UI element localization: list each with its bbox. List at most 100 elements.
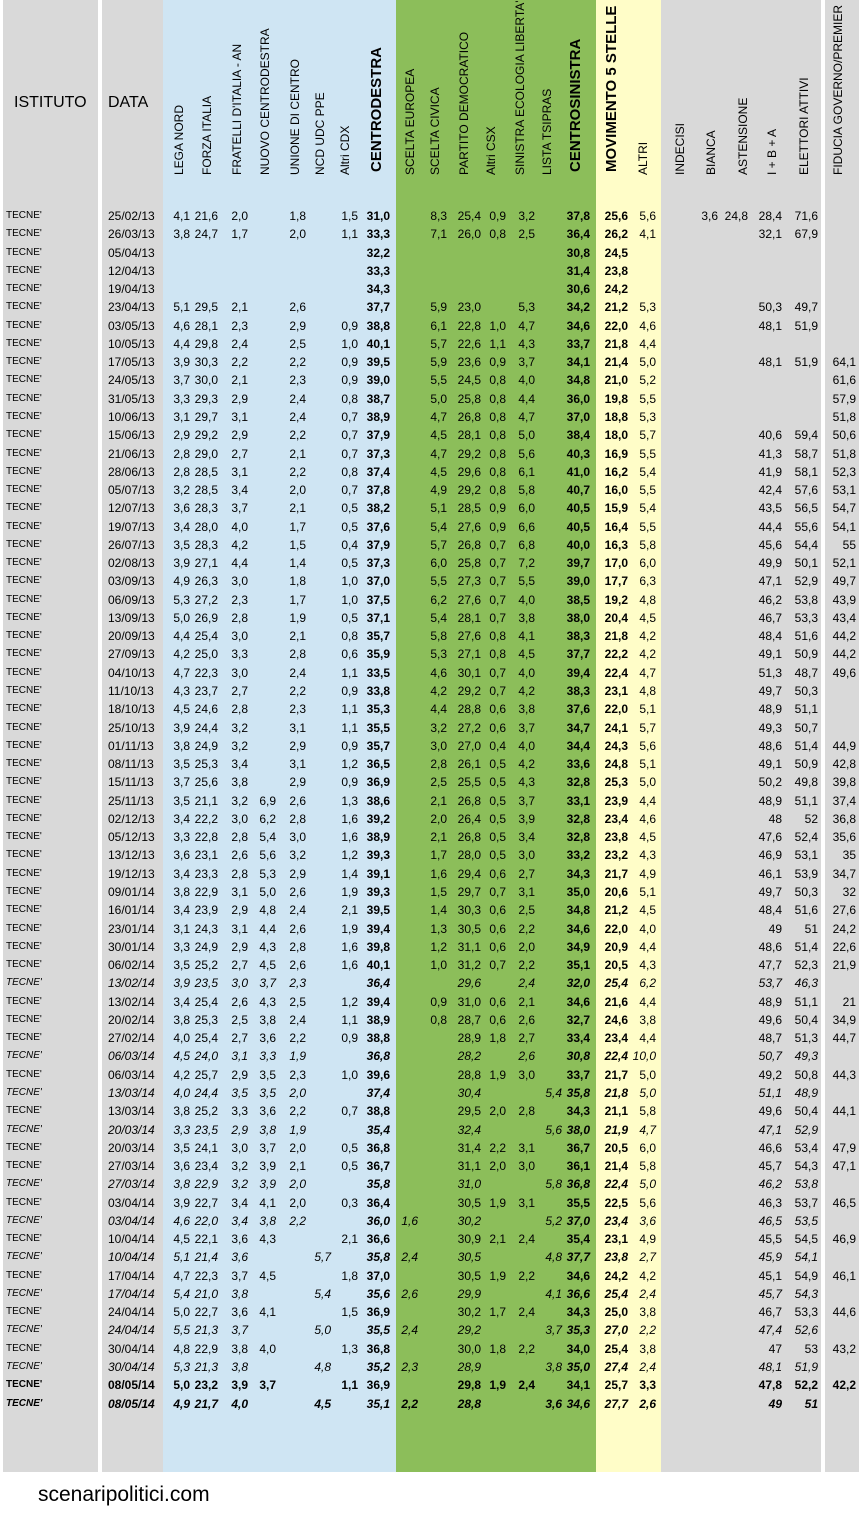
cell-data: 13/02/14: [108, 976, 155, 991]
cell-data: 25/10/13: [108, 720, 155, 735]
cell-value-20: 48,6: [758, 939, 782, 954]
cell-data: 06/03/14: [108, 1067, 155, 1082]
cell-value-21: 53,8: [794, 1177, 818, 1192]
table-row: TECNE' 03/09/13 4,9 26,3 3,0 1,8 1,0 37,0 5,5 27,…: [0, 572, 863, 590]
cell-value-4: 2,1: [289, 501, 306, 516]
table-row: TECNE' 20/03/14 3,5 24,1 3,0 3,7 2,0 0,5 36,8 31,…: [0, 1139, 863, 1157]
table-row: TECNE' 06/02/14 3,5 25,2 2,7 4,5 2,6 1,6 40,1 1,0…: [0, 956, 863, 974]
cell-value-20: 43,5: [758, 501, 782, 516]
cell-value-21: 51,1: [794, 702, 818, 717]
table-row: TECNE' 05/07/13 3,2 28,5 3,4 2,0 0,7 37,8 4,9 29,…: [0, 481, 863, 499]
cell-data: 02/12/13: [108, 811, 155, 826]
table-row: TECNE' 13/03/14 4,0 24,4 3,5 3,5 2,0 37,4 30,4 5,…: [0, 1084, 863, 1102]
cell-value-8: 1,6: [401, 1213, 418, 1228]
cell-istituto: TECNE': [6, 685, 42, 697]
cell-value-16: 5,3: [639, 409, 656, 424]
cell-value-7: 33,3: [366, 227, 390, 242]
table-row: TECNE' 28/06/13 2,8 28,5 3,1 2,2 0,8 37,4 4,5 29,…: [0, 463, 863, 481]
cell-value-14: 32,8: [566, 830, 590, 845]
cell-value-2: 2,9: [231, 428, 248, 443]
cell-value-21: 53,7: [794, 1195, 818, 1210]
cell-value-16: 4,2: [639, 629, 656, 644]
cell-value-14: 30,6: [566, 282, 590, 297]
cell-value-16: 5,6: [639, 738, 656, 753]
cell-value-2: 1,7: [231, 227, 248, 242]
table-row: TECNE' 27/03/14 3,8 22,9 3,2 3,9 2,0 35,8 31,0 5,…: [0, 1175, 863, 1193]
cell-istituto: TECNE': [6, 593, 42, 605]
cell-value-2: 3,0: [231, 665, 248, 680]
cell-value-4: 2,0: [289, 1140, 306, 1155]
cell-value-16: 4,2: [639, 1268, 656, 1283]
cell-value-22: 51,8: [832, 446, 856, 461]
cell-istituto: TECNE': [6, 611, 42, 623]
cell-value-7: 39,1: [366, 866, 390, 881]
cell-data: 06/09/13: [108, 592, 155, 607]
table-row: TECNE' 12/04/13 33,3 31,4 23,8: [0, 262, 863, 280]
table-row: TECNE' 23/04/13 5,1 29,5 2,1 2,6 37,7 5,9 23,0 5,…: [0, 298, 863, 316]
cell-value-2: 3,0: [231, 574, 248, 589]
cell-value-16: 4,6: [639, 811, 656, 826]
table-row: TECNE' 23/01/14 3,1 24,3 3,1 4,4 2,6 1,9 39,4 1,3…: [0, 920, 863, 938]
cell-value-12: 3,7: [518, 355, 535, 370]
cell-value-12: 4,0: [518, 665, 535, 680]
cell-value-12: 5,0: [518, 428, 535, 443]
cell-value-16: 3,8: [639, 1305, 656, 1320]
cell-istituto: TECNE': [6, 410, 42, 422]
table-row: TECNE' 01/11/13 3,8 24,9 3,2 2,9 0,9 35,7 3,0 27,…: [0, 737, 863, 755]
cell-value-4: 2,6: [289, 921, 306, 936]
cell-istituto: TECNE': [6, 1013, 42, 1025]
table-row: TECNE' 24/05/13 3,7 30,0 2,1 2,3 0,9 39,0 5,5 24,…: [0, 371, 863, 389]
cell-value-16: 2,2: [639, 1323, 656, 1338]
cell-value-14: 37,0: [566, 409, 590, 424]
cell-value-21: 58,1: [794, 464, 818, 479]
cell-value-12: 3,0: [518, 1067, 535, 1082]
cell-value-2: 3,8: [231, 1286, 248, 1301]
cell-value-14: 35,3: [566, 1323, 590, 1338]
cell-value-7: 35,3: [366, 702, 390, 717]
cell-value-12: 2,4: [518, 1232, 535, 1247]
cell-value-3: 4,1: [259, 1305, 276, 1320]
cell-value-20: 45,5: [758, 1232, 782, 1247]
cell-data: 27/02/14: [108, 1031, 155, 1046]
col-header-22: FIDUCIA GOVERNO/PREMIER: [831, 4, 845, 175]
cell-value-7: 38,2: [366, 501, 390, 516]
cell-data: 18/10/13: [108, 702, 155, 717]
cell-value-12: 6,0: [518, 501, 535, 516]
cell-value-14: 34,9: [566, 939, 590, 954]
cell-value-20: 48,1: [758, 1360, 782, 1374]
table-row: TECNE' 24/04/14 5,5 21,3 3,7 5,0 35,5 2,4 29,2 3,…: [0, 1321, 863, 1339]
cell-value-20: 48,4: [758, 629, 782, 644]
cell-value-10: 23,0: [457, 300, 481, 315]
cell-value-12: 3,2: [518, 209, 535, 223]
cell-value-14: 34,8: [566, 373, 590, 388]
cell-istituto: TECNE': [6, 337, 42, 349]
cell-value-20: 49: [768, 1396, 782, 1411]
cell-data: 05/07/13: [108, 483, 155, 498]
cell-value-14: 32,8: [566, 811, 590, 826]
cell-value-21: 52,4: [794, 830, 818, 845]
cell-value-14: 40,3: [566, 446, 590, 461]
cell-value-22: 54,1: [832, 519, 856, 534]
cell-istituto: TECNE': [6, 959, 42, 971]
cell-value-4: 2,2: [289, 684, 306, 699]
cell-value-22: 32: [842, 884, 856, 899]
cell-value-10: 30,2: [457, 1213, 481, 1228]
cell-value-4: 2,2: [289, 1104, 306, 1119]
cell-value-2: 2,9: [231, 391, 248, 406]
col-header-4: UNIONE DI CENTRO: [288, 58, 302, 175]
cell-value-4: 2,8: [289, 647, 306, 662]
cell-value-16: 4,9: [639, 866, 656, 881]
cell-value-21: 54,5: [794, 1232, 818, 1247]
cell-value-20: 50,2: [758, 775, 782, 790]
cell-value-2: 2,3: [231, 592, 248, 607]
col-header-0: LEGA NORD: [172, 104, 186, 175]
table-row: TECNE' 06/03/14 4,5 24,0 3,1 3,3 1,9 36,8 28,2 2,…: [0, 1047, 863, 1065]
cell-value-2: 4,2: [231, 537, 248, 552]
cell-value-14: 34,6: [566, 1268, 590, 1283]
cell-value-21: 51,4: [794, 738, 818, 753]
cell-value-15: 24,2: [604, 282, 628, 297]
cell-value-16: 5,4: [639, 464, 656, 479]
cell-value-10: 29,9: [457, 1286, 481, 1301]
cell-value-16: 5,7: [639, 428, 656, 443]
cell-istituto: TECNE': [6, 1123, 42, 1135]
